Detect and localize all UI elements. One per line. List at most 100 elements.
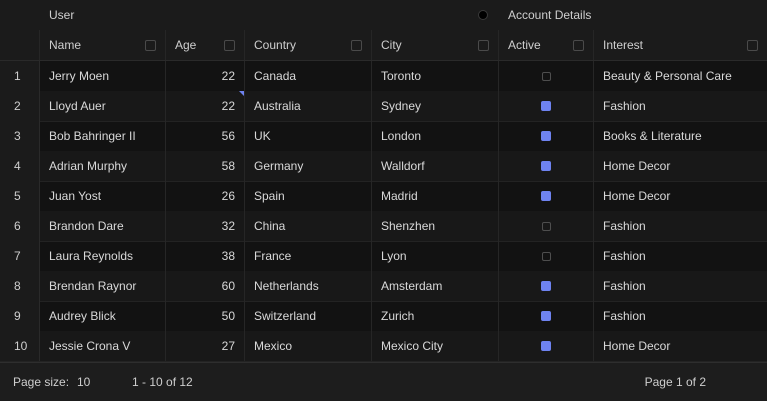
- name-cell[interactable]: Bob Bahringer II: [40, 121, 166, 151]
- city-cell[interactable]: Walldorf: [372, 151, 499, 181]
- active-cell[interactable]: [499, 271, 594, 301]
- page-size-select[interactable]: 10: [77, 375, 90, 389]
- interest-cell[interactable]: Home Decor: [594, 331, 767, 361]
- column-menu-icon[interactable]: [478, 39, 489, 51]
- interest-cell[interactable]: Books & Literature: [594, 121, 767, 151]
- table-row[interactable]: 10 Jessie Crona V 27 Mexico Mexico City Home …: [0, 331, 767, 362]
- active-cell[interactable]: [499, 301, 594, 331]
- interest-cell[interactable]: Fashion: [594, 91, 767, 121]
- column-menu-icon[interactable]: [224, 39, 235, 51]
- active-cell[interactable]: [499, 121, 594, 151]
- active-cell[interactable]: [499, 91, 594, 121]
- checkbox-unchecked[interactable]: [541, 71, 551, 81]
- column-header-active[interactable]: Active: [499, 30, 594, 60]
- city-cell[interactable]: Toronto: [372, 61, 499, 91]
- name-cell[interactable]: Adrian Murphy: [40, 151, 166, 181]
- checkbox-checked[interactable]: [541, 311, 551, 321]
- interest-cell[interactable]: Home Decor: [594, 181, 767, 211]
- name-cell[interactable]: Lloyd Auer: [40, 91, 166, 121]
- city-cell[interactable]: Mexico City: [372, 331, 499, 361]
- column-header-country[interactable]: Country: [245, 30, 372, 60]
- interest-cell[interactable]: Fashion: [594, 241, 767, 271]
- city-cell[interactable]: Lyon: [372, 241, 499, 271]
- column-header-name[interactable]: Name: [40, 30, 166, 60]
- table-row[interactable]: 8 Brendan Raynor 60 Netherlands Amsterdam Fas…: [0, 271, 767, 302]
- country-cell[interactable]: France: [245, 241, 372, 271]
- age-cell[interactable]: 26: [166, 181, 245, 211]
- age-cell[interactable]: 32: [166, 211, 245, 241]
- group-header-account-details[interactable]: Account Details: [499, 0, 767, 30]
- column-menu-icon[interactable]: [145, 39, 156, 51]
- checkbox-unchecked[interactable]: [541, 251, 551, 261]
- city-cell[interactable]: Zurich: [372, 301, 499, 331]
- city-cell[interactable]: Sydney: [372, 91, 499, 121]
- active-cell[interactable]: [499, 241, 594, 271]
- city-cell[interactable]: Madrid: [372, 181, 499, 211]
- column-header-city[interactable]: City: [372, 30, 499, 60]
- column-header-city-label: City: [381, 38, 402, 52]
- country-cell[interactable]: China: [245, 211, 372, 241]
- active-cell[interactable]: [499, 181, 594, 211]
- table-row[interactable]: 5 Juan Yost 26 Spain Madrid Home Decor: [0, 181, 767, 212]
- checkbox-checked[interactable]: [541, 161, 551, 171]
- country-cell[interactable]: Switzerland: [245, 301, 372, 331]
- active-cell[interactable]: [499, 61, 594, 91]
- name-cell[interactable]: Jerry Moen: [40, 61, 166, 91]
- interest-cell[interactable]: Fashion: [594, 211, 767, 241]
- checkbox-checked[interactable]: [541, 101, 551, 111]
- column-header-interest[interactable]: Interest: [594, 30, 767, 60]
- checkbox-checked[interactable]: [541, 131, 551, 141]
- column-menu-icon[interactable]: [573, 39, 584, 51]
- table-row[interactable]: 7 Laura Reynolds 38 France Lyon Fashion: [0, 241, 767, 272]
- column-header-active-label: Active: [508, 38, 541, 52]
- table-row[interactable]: 4 Adrian Murphy 58 Germany Walldorf Home Deco…: [0, 151, 767, 182]
- age-cell[interactable]: 60: [166, 271, 245, 301]
- column-menu-icon[interactable]: [351, 39, 362, 51]
- country-cell[interactable]: Netherlands: [245, 271, 372, 301]
- interest-cell[interactable]: Fashion: [594, 271, 767, 301]
- age-cell[interactable]: 56: [166, 121, 245, 151]
- row-number: 10: [0, 331, 40, 361]
- table-row[interactable]: 2 Lloyd Auer 22 Australia Sydney Fashion: [0, 91, 767, 122]
- column-header-age[interactable]: Age: [166, 30, 245, 60]
- country-cell[interactable]: UK: [245, 121, 372, 151]
- checkbox-unchecked[interactable]: [541, 221, 551, 231]
- row-number: 8: [0, 271, 40, 301]
- age-cell[interactable]: 58: [166, 151, 245, 181]
- age-cell[interactable]: 22: [166, 91, 245, 121]
- age-cell[interactable]: 27: [166, 331, 245, 361]
- table-row[interactable]: 3 Bob Bahringer II 56 UK London Books & Liter…: [0, 121, 767, 152]
- active-cell[interactable]: [499, 331, 594, 361]
- country-cell[interactable]: Mexico: [245, 331, 372, 361]
- name-cell[interactable]: Laura Reynolds: [40, 241, 166, 271]
- group-toggle-icon[interactable]: [478, 10, 488, 20]
- interest-cell[interactable]: Home Decor: [594, 151, 767, 181]
- name-cell[interactable]: Jessie Crona V: [40, 331, 166, 361]
- checkbox-checked[interactable]: [541, 191, 551, 201]
- country-cell[interactable]: Canada: [245, 61, 372, 91]
- column-menu-icon[interactable]: [747, 39, 758, 51]
- country-cell[interactable]: Australia: [245, 91, 372, 121]
- table-row[interactable]: 9 Audrey Blick 50 Switzerland Zurich Fashion: [0, 301, 767, 332]
- checkbox-checked[interactable]: [541, 281, 551, 291]
- country-cell[interactable]: Germany: [245, 151, 372, 181]
- active-cell[interactable]: [499, 211, 594, 241]
- table-row[interactable]: 6 Brandon Dare 32 China Shenzhen Fashion: [0, 211, 767, 242]
- table-row[interactable]: 1 Jerry Moen 22 Canada Toronto Beauty & Perso…: [0, 61, 767, 92]
- country-cell[interactable]: Spain: [245, 181, 372, 211]
- age-cell[interactable]: 38: [166, 241, 245, 271]
- city-cell[interactable]: Shenzhen: [372, 211, 499, 241]
- age-cell[interactable]: 22: [166, 61, 245, 91]
- city-cell[interactable]: London: [372, 121, 499, 151]
- name-cell[interactable]: Juan Yost: [40, 181, 166, 211]
- name-cell[interactable]: Brendan Raynor: [40, 271, 166, 301]
- interest-cell[interactable]: Beauty & Personal Care: [594, 61, 767, 91]
- group-header-user[interactable]: User: [40, 0, 440, 30]
- name-cell[interactable]: Audrey Blick: [40, 301, 166, 331]
- interest-cell[interactable]: Fashion: [594, 301, 767, 331]
- active-cell[interactable]: [499, 151, 594, 181]
- checkbox-checked[interactable]: [541, 341, 551, 351]
- age-cell[interactable]: 50: [166, 301, 245, 331]
- city-cell[interactable]: Amsterdam: [372, 271, 499, 301]
- name-cell[interactable]: Brandon Dare: [40, 211, 166, 241]
